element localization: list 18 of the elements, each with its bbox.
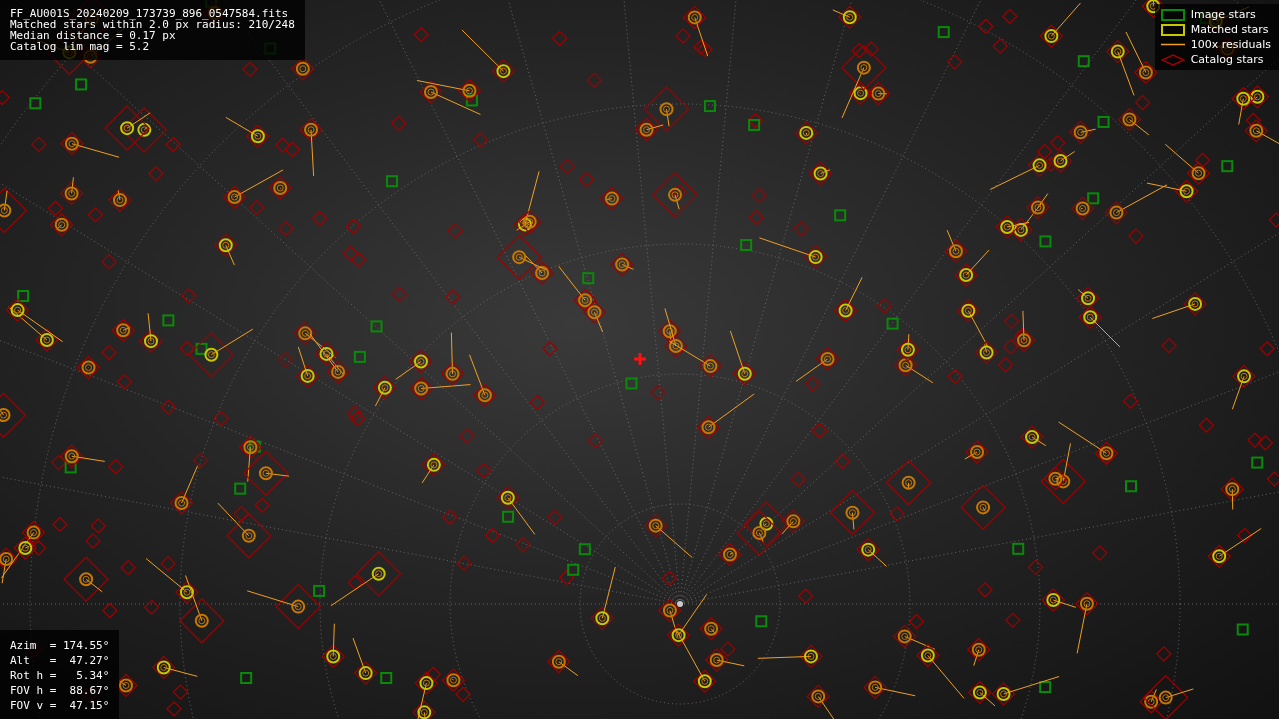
legend-label: Matched stars — [1190, 23, 1269, 36]
info-text: Catalog lim mag = 5.2 — [10, 41, 151, 52]
catalog-diamond-icon — [1160, 53, 1185, 66]
center-cross-icon — [634, 353, 646, 365]
residual-line-icon — [1160, 43, 1185, 46]
matched-star-square-icon — [1160, 23, 1185, 36]
info-text: Matched stars within 2.0 px radius: 210/248 — [10, 19, 295, 30]
info-text: FF_AU001S_20240209_173739_896_0547584.fits — [10, 8, 290, 19]
legend-label: Catalog stars — [1190, 53, 1264, 66]
legend-label: Image stars — [1190, 8, 1256, 21]
image-star-square-icon — [1160, 8, 1185, 21]
pointing-text: FOV h = 88.67° — [10, 685, 110, 696]
pointing-text: Azim = 174.55° — [10, 640, 110, 651]
info-text: Median distance = 0.17 px — [10, 30, 176, 41]
legend-label: 100x residuals — [1190, 38, 1271, 51]
pointing-text: Rot h = 5.34° — [10, 670, 110, 681]
pointing-text: FOV v = 47.15° — [10, 700, 110, 711]
pointing-text: Alt = 47.27° — [10, 655, 110, 666]
